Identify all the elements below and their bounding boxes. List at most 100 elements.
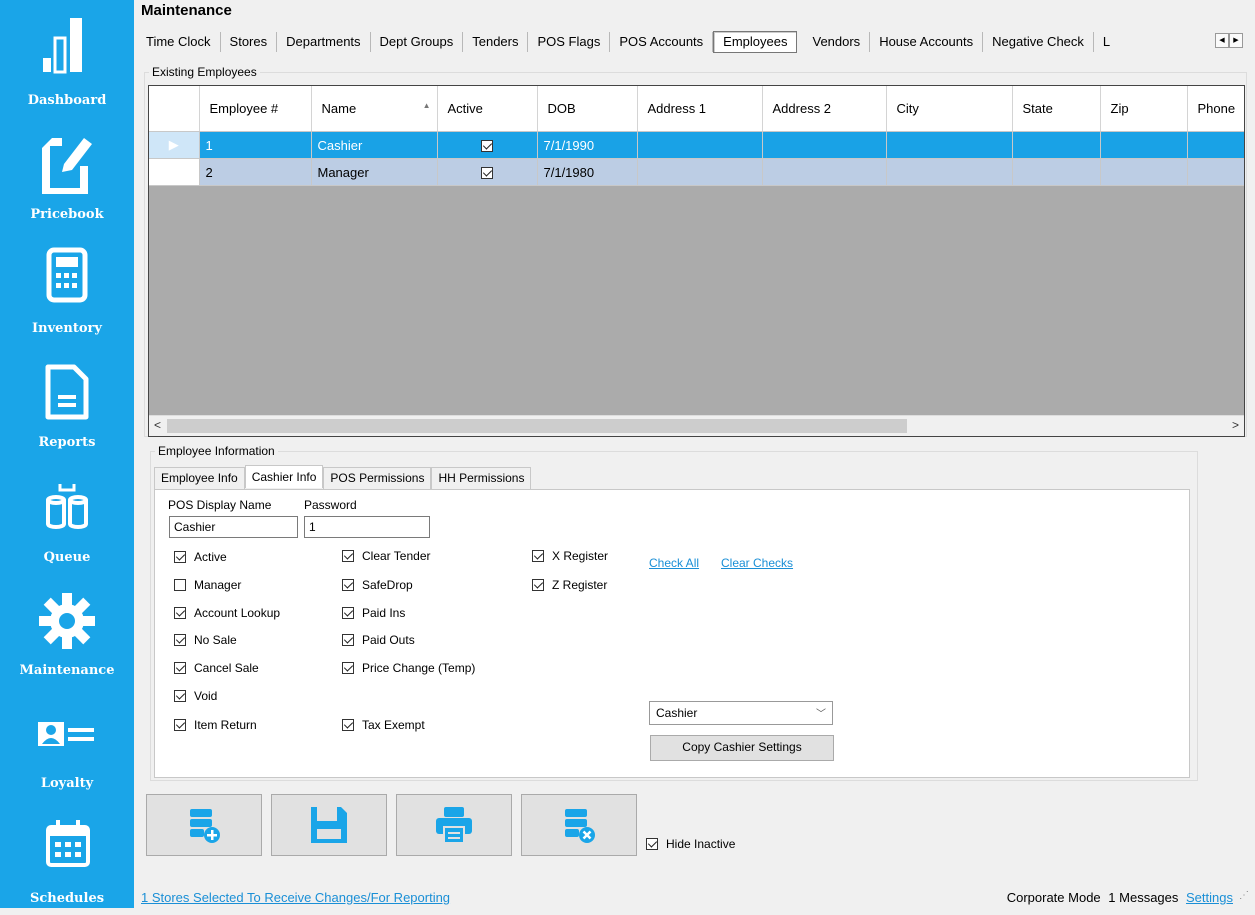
cell-zip[interactable]: [1100, 158, 1188, 186]
clear-checks-link[interactable]: Clear Checks: [721, 556, 793, 570]
nav-loyalty[interactable]: Loyalty: [0, 690, 134, 800]
tab-hh-permissions[interactable]: HH Permissions: [431, 467, 532, 489]
nav-queue[interactable]: Queue: [0, 460, 134, 570]
tab-tenders[interactable]: Tenders: [463, 32, 529, 52]
pos-display-name-input[interactable]: [169, 516, 298, 538]
col-header-phone[interactable]: Phone: [1187, 86, 1244, 132]
employees-grid[interactable]: Employee # Name ▲ Active DOB Address 1 Ad…: [148, 85, 1245, 437]
perm-manager-checkbox[interactable]: Manager: [174, 578, 241, 592]
tab-employees[interactable]: Employees: [713, 31, 798, 53]
perm-price-change-checkbox[interactable]: Price Change (Temp): [342, 661, 475, 675]
cell-employee-num[interactable]: 1: [199, 131, 312, 159]
cell-state[interactable]: [1012, 158, 1101, 186]
settings-link[interactable]: Settings: [1186, 890, 1233, 905]
tab-house-accounts[interactable]: House Accounts: [870, 32, 984, 52]
perm-item-return-checkbox[interactable]: Item Return: [174, 718, 257, 732]
cell-address2[interactable]: [762, 131, 887, 159]
cell-name[interactable]: Manager: [311, 158, 438, 186]
cell-zip[interactable]: [1100, 131, 1188, 159]
copy-from-select[interactable]: Cashier ﹀: [649, 701, 833, 725]
tab-pos-flags[interactable]: POS Flags: [528, 32, 611, 52]
cell-name[interactable]: Cashier: [311, 131, 438, 159]
col-header-dob[interactable]: DOB: [537, 86, 638, 132]
tab-time-clock[interactable]: Time Clock: [140, 32, 221, 52]
cell-dob[interactable]: 7/1/1990: [537, 131, 638, 159]
col-header-zip[interactable]: Zip: [1100, 86, 1188, 132]
cell-phone[interactable]: [1187, 131, 1244, 159]
nav-reports[interactable]: Reports: [0, 345, 134, 455]
calendar-icon: [46, 820, 90, 867]
col-header-name[interactable]: Name ▲: [311, 86, 438, 132]
page-title: Maintenance: [141, 2, 232, 19]
perm-clear-tender-checkbox[interactable]: Clear Tender: [342, 549, 430, 563]
tab-overflow[interactable]: L: [1094, 32, 1119, 52]
nav-label: Queue: [43, 550, 91, 565]
print-button[interactable]: [396, 794, 512, 856]
tab-cashier-info[interactable]: Cashier Info: [244, 465, 324, 488]
check-all-link[interactable]: Check All: [649, 556, 699, 570]
scroll-left-icon[interactable]: <: [154, 418, 161, 432]
save-button[interactable]: [271, 794, 387, 856]
cell-state[interactable]: [1012, 131, 1101, 159]
col-header-employee-num[interactable]: Employee #: [199, 86, 312, 132]
perm-tax-exempt-checkbox[interactable]: Tax Exempt: [342, 718, 425, 732]
perm-active-checkbox[interactable]: Active: [174, 550, 227, 564]
col-header-address1[interactable]: Address 1: [637, 86, 763, 132]
perm-paid-ins-checkbox[interactable]: Paid Ins: [342, 606, 405, 620]
tab-pos-permissions[interactable]: POS Permissions: [323, 467, 432, 489]
scrollbar-thumb[interactable]: [167, 419, 907, 433]
perm-no-sale-checkbox[interactable]: No Sale: [174, 633, 237, 647]
nav-pricebook[interactable]: Pricebook: [0, 116, 134, 226]
cell-address1[interactable]: [637, 131, 763, 159]
table-row[interactable]: 2 Manager 7/1/1980: [149, 158, 1244, 186]
perm-cancel-sale-checkbox[interactable]: Cancel Sale: [174, 661, 259, 675]
messages-link[interactable]: 1 Messages: [1108, 890, 1178, 905]
stores-selected-link[interactable]: 1 Stores Selected To Receive Changes/For…: [141, 890, 450, 905]
hide-inactive-checkbox[interactable]: Hide Inactive: [646, 837, 735, 851]
delete-employee-button[interactable]: [521, 794, 637, 856]
cell-dob[interactable]: 7/1/1980: [537, 158, 638, 186]
cell-active[interactable]: [437, 158, 538, 186]
cell-phone[interactable]: [1187, 158, 1244, 186]
cell-city[interactable]: [886, 131, 1013, 159]
resize-grip-icon[interactable]: ⋰: [1239, 890, 1249, 901]
col-header-city[interactable]: City: [886, 86, 1013, 132]
tab-departments[interactable]: Departments: [277, 32, 371, 52]
perm-void-checkbox[interactable]: Void: [174, 689, 217, 703]
col-header-active[interactable]: Active: [437, 86, 538, 132]
tab-scroll-left-icon[interactable]: ◀: [1215, 33, 1229, 48]
tab-negative-check[interactable]: Negative Check: [983, 32, 1094, 52]
active-checkbox[interactable]: [481, 167, 493, 180]
table-row[interactable]: ▶ 1 Cashier 7/1/1990: [149, 131, 1244, 159]
nav-maintenance[interactable]: Maintenance: [0, 575, 134, 685]
scroll-right-icon[interactable]: >: [1232, 418, 1239, 432]
perm-paid-outs-checkbox[interactable]: Paid Outs: [342, 633, 415, 647]
tab-pos-accounts[interactable]: POS Accounts: [610, 32, 714, 52]
perm-account-lookup-checkbox[interactable]: Account Lookup: [174, 606, 280, 620]
nav-dashboard[interactable]: Dashboard: [0, 0, 134, 110]
add-employee-button[interactable]: [146, 794, 262, 856]
tab-employee-info[interactable]: Employee Info: [154, 467, 245, 489]
password-input[interactable]: [304, 516, 430, 538]
cell-address1[interactable]: [637, 158, 763, 186]
col-header-state[interactable]: State: [1012, 86, 1101, 132]
horizontal-scrollbar[interactable]: < >: [149, 415, 1244, 436]
cell-address2[interactable]: [762, 158, 887, 186]
cell-employee-num[interactable]: 2: [199, 158, 312, 186]
nav-label: Loyalty: [40, 776, 94, 791]
copy-cashier-settings-button[interactable]: Copy Cashier Settings: [650, 735, 834, 761]
perm-z-register-checkbox[interactable]: Z Register: [532, 578, 607, 592]
nav-schedules[interactable]: Schedules: [0, 805, 134, 915]
tab-dept-groups[interactable]: Dept Groups: [371, 32, 464, 52]
cell-active[interactable]: [437, 131, 538, 159]
nav-inventory[interactable]: Inventory: [0, 230, 134, 340]
tab-scroll-right-icon[interactable]: ▶: [1229, 33, 1243, 48]
tab-vendors[interactable]: Vendors: [803, 32, 871, 52]
perm-x-register-checkbox[interactable]: X Register: [532, 549, 608, 563]
checkbox-box: [174, 607, 186, 619]
tab-stores[interactable]: Stores: [221, 32, 278, 52]
active-checkbox[interactable]: [481, 140, 493, 153]
col-header-address2[interactable]: Address 2: [762, 86, 887, 132]
cell-city[interactable]: [886, 158, 1013, 186]
perm-safedrop-checkbox[interactable]: SafeDrop: [342, 578, 413, 592]
